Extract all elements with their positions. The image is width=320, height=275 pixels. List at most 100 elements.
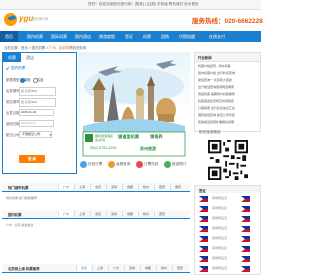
quick-actions: 在线订票 返程查询 订票热线 旅游预订 [78, 159, 190, 172]
visa-row[interactable]: 菲律宾签证 [199, 245, 257, 252]
news-item[interactable]: 出行航班查询旅游网选哪家 [198, 85, 234, 89]
oneway-label: 单程 [24, 78, 31, 82]
search-button[interactable]: 搜 索 [19, 155, 45, 163]
city-chip[interactable]: 上海 [92, 265, 107, 271]
plane-icon [5, 67, 10, 71]
city-chip[interactable]: 杭州 [138, 184, 153, 190]
logo-icon [4, 13, 17, 26]
flag-icon [199, 256, 208, 262]
breadcrumb-current: 广州 - 北京机票 [49, 46, 73, 50]
city-chip[interactable]: 上海 [74, 184, 89, 190]
city-chip[interactable]: 深圳 [106, 211, 121, 217]
hot-cities-body: 特价机票 热门航线推荐 [6, 196, 37, 200]
city-chip[interactable]: 杭州 [156, 265, 171, 271]
hot-cities-title: 热门城市机票 [8, 186, 29, 190]
breadcrumb-home[interactable]: 首页 [21, 46, 28, 50]
route-header: 北京到上海 机票推荐 北京 上海 广州 深圳 成都 杭州 西安 [2, 264, 190, 273]
visa-row[interactable]: 菲律宾签证 [199, 225, 257, 232]
visa-row[interactable]: 菲律宾签证 [199, 255, 257, 262]
chevron-down-icon: ▼ [49, 132, 52, 137]
nav-visa[interactable]: 签证 [125, 34, 133, 40]
news-item[interactable]: 机票退改签须知及时间规定 [198, 99, 234, 103]
breadcrumb-prefix: 当前位置： [4, 46, 21, 50]
news-item[interactable]: 春运机票 暑期特价机票推荐 [198, 92, 235, 96]
city-chip[interactable]: 重庆 [170, 184, 185, 190]
depart-date-label: 出发日期 [6, 111, 20, 115]
visa-row-label: 菲律宾签证 [212, 206, 228, 210]
qr-code [208, 140, 248, 180]
tab-hotels[interactable]: 酒店 [21, 53, 39, 62]
nav-hotels[interactable]: 国内酒店 [75, 34, 91, 40]
site-logo[interactable]: ygu 阳光旅行网 [4, 12, 64, 28]
city-chip[interactable]: 深圳 [106, 184, 121, 190]
city-chip[interactable]: 成都 [140, 265, 155, 271]
main-nav: 首页 国内机票 国际机票 国内酒店 旅游度假 签证 机票 团购 代理加盟 在线支… [0, 31, 261, 42]
phone-icon [136, 161, 143, 168]
airline-select-value: -不限航空公司- [21, 132, 41, 136]
city-chip[interactable]: 西安 [172, 265, 187, 271]
city-chip[interactable]: 西安 [154, 211, 169, 217]
banner-cta: 苏州旅游 [140, 146, 156, 151]
city-chip[interactable]: 北京 [90, 211, 105, 217]
visa-row-label: 菲律宾签证 [212, 226, 228, 230]
roundtrip-label: 往返 [37, 78, 44, 82]
promo-banner[interactable]: 胜利香港酒店 康洲宾馆 捷道里机票 锦格养 0512-6751-2010 苏州旅… [78, 52, 190, 158]
visa-row[interactable]: 菲律宾签证 [199, 235, 257, 242]
city-chip[interactable]: 北京 [76, 265, 91, 271]
nav-groupbuy[interactable]: 团购 [161, 34, 169, 40]
welcome-text[interactable]: 您好！欢迎光临阳光旅行网！[登录] | [注册] 手机版 联系我们 设为首页 [88, 2, 199, 7]
search-title: 国内机票 [11, 66, 26, 70]
city-chip[interactable]: 成都 [122, 211, 137, 217]
visa-title: 签证 [199, 188, 206, 193]
flag-icon [199, 236, 208, 242]
news-item[interactable]: 航班查询一 北京到大连航 [198, 78, 232, 82]
nav-payment[interactable]: 在线支付 [209, 34, 225, 40]
action-online-booking[interactable]: 在线订票 [88, 162, 102, 167]
visa-row[interactable]: 菲律宾签证 [199, 195, 257, 202]
news-panel: 行业新闻 机票价格如何 - 特价机票 国内机票价格 出行时间查询 航班查询一 北… [194, 52, 261, 132]
breadcrumb-suffix: 航班查询 [72, 46, 86, 50]
nav-agent[interactable]: 代理加盟 [179, 34, 195, 40]
tab-flights[interactable]: 机票 [3, 53, 21, 62]
nav-home[interactable]: 首页 [0, 31, 18, 42]
breadcrumb-domestic[interactable]: 国内机票 [32, 46, 46, 50]
visa-header: 签证 [195, 186, 260, 193]
city-chip[interactable]: 广州 [108, 265, 123, 271]
news-title: 行业新闻 [198, 56, 212, 60]
nav-domestic-flights[interactable]: 国内机票 [27, 34, 43, 40]
nav-intl-flights[interactable]: 国际机票 [51, 34, 67, 40]
city-chip[interactable]: 杭州 [138, 211, 153, 217]
banner-brand-sub: 康洲宾馆 [95, 139, 106, 142]
city-chip[interactable]: 北京 [90, 184, 105, 190]
logo-tagline: 阳光旅行网 [33, 17, 49, 21]
news-item[interactable]: 机票价格如何 - 特价机票 [198, 64, 231, 68]
action-tour-booking[interactable]: 旅游预订 [172, 162, 186, 167]
depart-date-input[interactable]: 2025-11-06 [19, 109, 54, 116]
news-item[interactable]: 国内机票价格 出行时间查询 [198, 71, 235, 75]
action-return-query[interactable]: 返程查询 [116, 162, 130, 167]
qr-title: 阳光旅游微信 [199, 130, 221, 134]
city-chip[interactable]: 上海 [74, 211, 89, 217]
nav-tickets[interactable]: 机票 [143, 34, 151, 40]
city-chip[interactable]: 深圳 [124, 265, 139, 271]
city-chip[interactable]: 西安 [154, 184, 169, 190]
news-item[interactable]: 国际航班查询 航空公司专区 [198, 113, 235, 117]
flag-icon [199, 216, 208, 222]
flag-icon [199, 226, 208, 232]
action-hotline[interactable]: 订票热线 [144, 162, 158, 167]
to-city-input[interactable] [19, 98, 56, 107]
visa-row[interactable]: 菲律宾签证 [199, 215, 257, 222]
nav-tours[interactable]: 旅游度假 [99, 34, 115, 40]
flag-icon [241, 236, 250, 242]
news-item[interactable]: 订票指南 出行必读信息汇总 [198, 106, 235, 110]
return-date-input[interactable]: 2025-11-11 [19, 120, 54, 127]
airline-select[interactable]: -不限航空公司- [19, 131, 52, 138]
news-item[interactable]: 民航航班延误补偿相关说明 [198, 120, 234, 124]
from-city-input[interactable] [19, 87, 56, 96]
visa-row[interactable]: 菲律宾签证 [199, 265, 257, 272]
visa-row[interactable]: 菲律宾签证 [199, 205, 257, 212]
city-chip[interactable]: 成都 [122, 184, 137, 190]
city-chip[interactable]: 广州 [58, 184, 73, 190]
service-hotline: 服务热线：020-6662228 [192, 18, 263, 25]
city-chip[interactable]: 广州 [58, 211, 73, 217]
